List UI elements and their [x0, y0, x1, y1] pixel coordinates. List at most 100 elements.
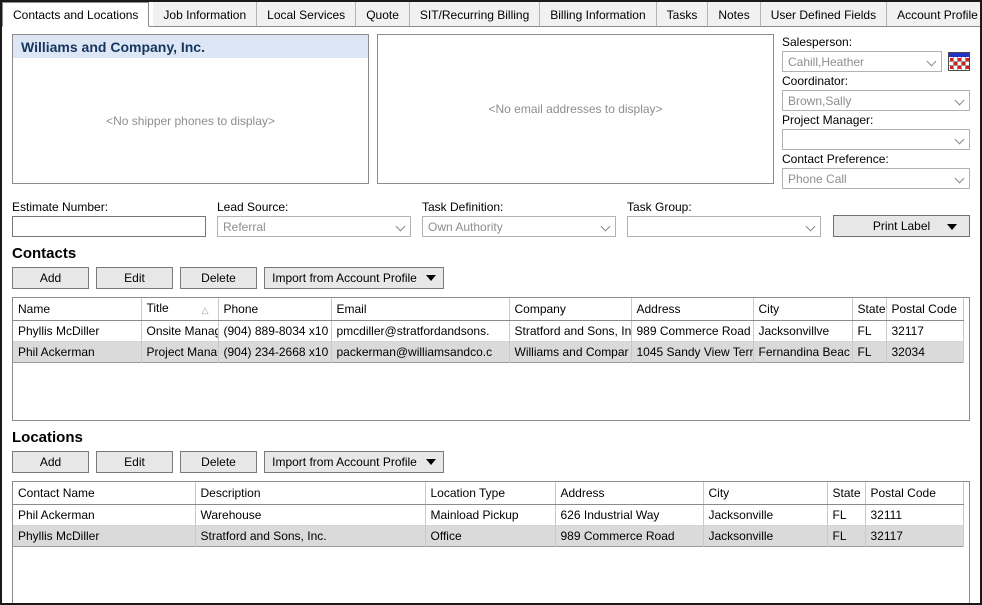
locations-add-button[interactable]: Add — [12, 451, 89, 473]
task-definition-label: Task Definition: — [422, 200, 616, 214]
column-header-city[interactable]: City — [703, 482, 827, 504]
contacts-add-button[interactable]: Add — [12, 267, 89, 289]
no-shipper-phones-text: <No shipper phones to display> — [106, 114, 275, 128]
dropdown-arrow-icon — [947, 224, 957, 230]
cell-address: 1045 Sandy View Terr — [631, 341, 753, 362]
lead-source-label: Lead Source: — [217, 200, 411, 214]
cell-title: Onsite Manag — [141, 320, 218, 341]
cell-postal-code: 32111 — [865, 504, 963, 525]
cell-name: Phil Ackerman — [13, 341, 141, 362]
tab-contacts-and-locations[interactable]: Contacts and Locations — [2, 2, 149, 27]
locations-row-phil-ackerman[interactable]: Phil Ackerman Warehouse Mainload Pickup … — [13, 504, 963, 525]
salesperson-label: Salesperson: — [782, 35, 970, 49]
assignment-column: Salesperson: Cahill,Heather — [782, 34, 970, 191]
top-row: Williams and Company, Inc. <No shipper p… — [12, 34, 970, 191]
tab-bar: Contacts and Locations Job Information L… — [2, 2, 980, 27]
column-header-city[interactable]: City — [753, 298, 852, 320]
tab-sit-recurring-billing[interactable]: SIT/Recurring Billing — [410, 2, 540, 26]
contacts-edit-button[interactable]: Edit — [96, 267, 173, 289]
salesperson-schedule-button[interactable] — [948, 52, 970, 71]
locations-import-button[interactable]: Import from Account Profile — [264, 451, 444, 473]
cell-state: FL — [852, 320, 886, 341]
project-manager-group: Project Manager: — [782, 113, 970, 150]
project-manager-select[interactable] — [782, 129, 970, 150]
contacts-import-label: Import from Account Profile — [272, 271, 417, 285]
cell-postal-code: 32117 — [886, 320, 963, 341]
lead-source-select[interactable]: Referral — [217, 216, 411, 237]
locations-row-phyllis-mcdiller[interactable]: Phyllis McDiller Stratford and Sons, Inc… — [13, 525, 963, 546]
tab-local-services[interactable]: Local Services — [257, 2, 356, 26]
cell-title: Project Mana — [141, 341, 218, 362]
dropdown-arrow-icon — [426, 275, 436, 281]
sort-ascending-icon: △ — [202, 305, 209, 316]
contacts-delete-button[interactable]: Delete — [180, 267, 257, 289]
cell-address: 989 Commerce Road — [631, 320, 753, 341]
task-group-select[interactable] — [627, 216, 821, 237]
chevron-down-icon — [927, 57, 937, 67]
email-addresses-panel: <No email addresses to display> — [377, 34, 774, 184]
column-header-name[interactable]: Name — [13, 298, 141, 320]
locations-delete-button[interactable]: Delete — [180, 451, 257, 473]
column-header-postal-code[interactable]: Postal Code — [865, 482, 963, 504]
coordinator-select[interactable]: Brown,Sally — [782, 90, 970, 111]
tab-billing-information[interactable]: Billing Information — [540, 2, 656, 26]
column-header-postal-code[interactable]: Postal Code — [886, 298, 963, 320]
salesperson-value: Cahill,Heather — [788, 55, 927, 69]
contact-preference-value: Phone Call — [788, 172, 955, 186]
task-definition-group: Task Definition: Own Authority — [422, 199, 616, 237]
tab-user-defined-fields[interactable]: User Defined Fields — [761, 2, 887, 26]
column-header-address[interactable]: Address — [555, 482, 703, 504]
tab-account-profile[interactable]: Account Profile — [887, 2, 982, 26]
task-definition-select[interactable]: Own Authority — [422, 216, 616, 237]
cell-phone: (904) 889-8034 x10 — [218, 320, 331, 341]
cell-state: FL — [827, 525, 865, 546]
lead-source-group: Lead Source: Referral — [217, 199, 411, 237]
cell-email: pmcdiller@stratfordandsons. — [331, 320, 509, 341]
column-header-contact-name[interactable]: Contact Name — [13, 482, 195, 504]
cell-description: Stratford and Sons, Inc. — [195, 525, 425, 546]
column-header-company[interactable]: Company — [509, 298, 631, 320]
column-header-state[interactable]: State — [827, 482, 865, 504]
estimate-number-input[interactable] — [12, 216, 206, 237]
print-label-text: Print Label — [873, 219, 930, 233]
shipper-phones-list[interactable]: <No shipper phones to display> — [13, 58, 368, 183]
tab-notes[interactable]: Notes — [708, 2, 760, 26]
tab-quote[interactable]: Quote — [356, 2, 410, 26]
coordinator-label: Coordinator: — [782, 74, 970, 88]
contact-preference-select[interactable]: Phone Call — [782, 168, 970, 189]
task-group-group: Task Group: — [627, 199, 821, 237]
cell-phone: (904) 234-2668 x10 — [218, 341, 331, 362]
column-header-state[interactable]: State — [852, 298, 886, 320]
column-header-location-type[interactable]: Location Type — [425, 482, 555, 504]
tab-tasks[interactable]: Tasks — [657, 2, 709, 26]
task-group-label: Task Group: — [627, 200, 821, 214]
contacts-row-phyllis-mcdiller[interactable]: Phyllis McDiller Onsite Manag (904) 889-… — [13, 320, 963, 341]
chevron-down-icon — [601, 222, 611, 232]
column-header-title-label: Title — [147, 301, 169, 315]
coordinator-value: Brown,Sally — [788, 94, 955, 108]
no-email-addresses-text: <No email addresses to display> — [488, 102, 662, 116]
contacts-import-button[interactable]: Import from Account Profile — [264, 267, 444, 289]
chevron-down-icon — [396, 222, 406, 232]
email-addresses-list[interactable]: <No email addresses to display> — [378, 35, 773, 183]
cell-city: Jacksonville — [703, 525, 827, 546]
column-header-description[interactable]: Description — [195, 482, 425, 504]
column-header-address[interactable]: Address — [631, 298, 753, 320]
locations-table: Contact Name Description Location Type A… — [12, 481, 970, 605]
cell-postal-code: 32117 — [865, 525, 963, 546]
column-header-title[interactable]: Title △ — [141, 298, 218, 320]
column-header-email[interactable]: Email — [331, 298, 509, 320]
contacts-row-phil-ackerman[interactable]: Phil Ackerman Project Mana (904) 234-266… — [13, 341, 963, 362]
locations-edit-button[interactable]: Edit — [96, 451, 173, 473]
chevron-down-icon — [806, 222, 816, 232]
company-name-header: Williams and Company, Inc. — [13, 35, 368, 58]
cell-name: Phyllis McDiller — [13, 320, 141, 341]
tab-job-information[interactable]: Job Information — [153, 2, 257, 26]
estimate-number-group: Estimate Number: — [12, 199, 206, 237]
salesperson-group: Salesperson: Cahill,Heather — [782, 35, 970, 72]
task-definition-value: Own Authority — [428, 220, 601, 234]
print-label-button[interactable]: Print Label — [833, 215, 970, 237]
estimate-number-label: Estimate Number: — [12, 200, 206, 214]
salesperson-select[interactable]: Cahill,Heather — [782, 51, 942, 72]
column-header-phone[interactable]: Phone — [218, 298, 331, 320]
